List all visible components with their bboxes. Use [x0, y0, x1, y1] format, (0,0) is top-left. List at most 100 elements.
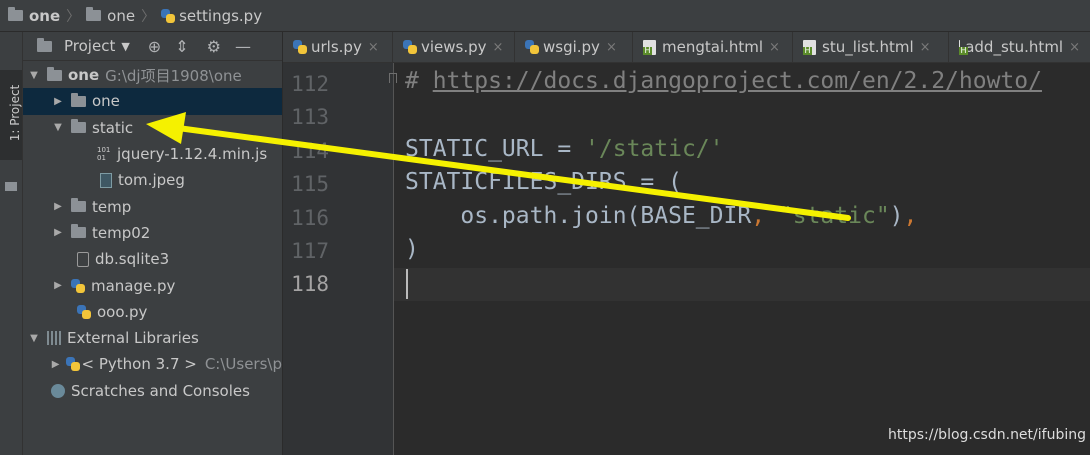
close-icon[interactable]: ×	[368, 40, 379, 55]
tree-item-python-sdk[interactable]: ▶ < Python 3.7 > C:\Users\p	[23, 351, 282, 377]
code-comma: ,	[903, 203, 918, 229]
tree-item-scratches[interactable]: Scratches and Consoles	[23, 378, 282, 404]
locate-file-icon[interactable]: ⊕	[148, 37, 161, 56]
tab-label: add_stu.html	[965, 38, 1064, 56]
python-file-icon	[293, 40, 307, 54]
chevron-down-icon[interactable]: ▼	[27, 70, 41, 81]
tab-stu-list-html[interactable]: stu_list.html ×	[793, 32, 949, 62]
tree-item-temp02[interactable]: ▶ temp02	[23, 220, 282, 246]
python-file-icon	[161, 8, 176, 23]
breadcrumb-package[interactable]: one	[107, 7, 135, 25]
folder-icon	[86, 7, 102, 21]
tree-item-label: db.sqlite3	[95, 250, 170, 269]
line-number: 113	[291, 105, 329, 129]
chevron-right-icon[interactable]: ▶	[51, 201, 65, 212]
chevron-down-icon[interactable]: ▼	[27, 333, 41, 344]
tree-item-ooo[interactable]: ooo.py	[23, 299, 282, 325]
tool-window-strip: 1: Project	[0, 32, 23, 455]
code-paren: )	[889, 203, 904, 229]
breadcrumb-project[interactable]: one	[29, 7, 60, 25]
project-tool-tab-label: 1: Project	[8, 84, 22, 142]
code-url-text: https://docs.djangoproject.com/en/2.2/ho…	[432, 68, 1042, 94]
project-panel: Project ▼ ⊕ ⇕ ⚙ — ▼ one G:\dj项目1908\one …	[23, 32, 282, 455]
fold-marker-icon[interactable]	[389, 73, 397, 83]
breadcrumb: one 〉 one 〉 settings.py	[0, 6, 262, 26]
gear-icon[interactable]: ⚙	[207, 37, 221, 56]
code-text: )	[405, 236, 419, 262]
tab-mengtai-html[interactable]: mengtai.html ×	[633, 32, 793, 62]
folder-icon	[71, 198, 86, 213]
minimize-icon[interactable]: —	[235, 37, 251, 56]
tree-item-root[interactable]: ▼ one G:\dj项目1908\one	[23, 62, 282, 88]
chevron-down-icon[interactable]: ▼	[51, 122, 65, 133]
tree-item-db[interactable]: db.sqlite3	[23, 246, 282, 272]
chevron-right-icon[interactable]: ▶	[51, 280, 65, 291]
code-comment-url[interactable]: https://docs.djangoproject.com/en/2.2/ho…	[433, 68, 1042, 94]
folder-icon	[71, 92, 86, 107]
tab-urls-py[interactable]: urls.py ×	[283, 32, 393, 62]
tree-item-jquery[interactable]: 101 01 jquery-1.12.4.min.js	[23, 141, 282, 167]
tree-item-manage[interactable]: ▶ manage.py	[23, 272, 282, 298]
chevron-right-icon[interactable]: ▶	[51, 359, 60, 370]
chevron-down-icon[interactable]: ▼	[121, 40, 129, 53]
code-line-116[interactable]: os.path.join(BASE_DIR, "static"),	[405, 203, 917, 229]
editor-tabs: urls.py × views.py × wsgi.py × mengtai.h…	[283, 32, 1090, 63]
python-file-icon	[525, 40, 539, 54]
close-icon[interactable]: ×	[1069, 40, 1080, 55]
js-file-icon: 101 01	[97, 145, 111, 162]
tree-item-label: External Libraries	[67, 329, 199, 348]
code-text: os.path.join(BASE_DIR	[405, 203, 752, 229]
python-file-icon	[71, 278, 85, 293]
tree-item-label: static	[92, 118, 134, 137]
breadcrumb-separator: 〉	[66, 8, 81, 25]
tree-item-label: manage.py	[91, 276, 176, 295]
folder-icon	[47, 66, 62, 81]
close-icon[interactable]: ×	[769, 40, 780, 55]
tree-item-tom[interactable]: tom.jpeg	[23, 167, 282, 193]
tree-item-path: C:\Users\p	[204, 355, 282, 374]
breadcrumb-file[interactable]: settings.py	[179, 7, 262, 25]
tree-item-label: Scratches and Consoles	[71, 381, 250, 400]
project-view-selector[interactable]: Project	[64, 37, 115, 55]
tab-label: urls.py	[311, 38, 362, 56]
chevron-right-icon[interactable]: ▶	[51, 96, 65, 107]
tab-label: mengtai.html	[662, 38, 764, 56]
tab-views-py[interactable]: views.py ×	[393, 32, 515, 62]
editor-gutter: 112 113 114 115 116 117 118	[283, 63, 394, 455]
line-number: 117	[291, 239, 329, 263]
python-file-icon	[403, 40, 417, 54]
code-line-114[interactable]: STATIC_URL = '/static/'	[405, 136, 724, 162]
code-line-117[interactable]: )	[405, 236, 419, 262]
code-operator: =	[543, 136, 586, 162]
chevron-right-icon[interactable]: ▶	[51, 227, 65, 238]
tree-item-temp[interactable]: ▶ temp	[23, 193, 282, 219]
tab-add-stu-html[interactable]: add_stu.html ×	[949, 32, 1090, 62]
tab-wsgi-py[interactable]: wsgi.py ×	[515, 32, 633, 62]
code-string: "static"	[778, 203, 890, 229]
collapse-all-icon[interactable]: ⇕	[175, 37, 188, 56]
folder-icon	[8, 7, 23, 21]
line-number: 115	[291, 172, 329, 196]
code-comma: ,	[751, 203, 779, 229]
code-identifier: STATIC_URL	[405, 136, 544, 162]
html-file-icon	[643, 39, 656, 55]
watermark: https://blog.csdn.net/ifubing	[888, 427, 1086, 443]
libraries-icon	[47, 331, 61, 346]
tree-item-external-libraries[interactable]: ▼ External Libraries	[23, 325, 282, 351]
project-tool-tab[interactable]: 1: Project	[0, 70, 22, 191]
close-icon[interactable]: ×	[920, 40, 931, 55]
navigation-bar: one 〉 one 〉 settings.py	[0, 0, 1090, 32]
folder-icon	[71, 119, 86, 134]
close-icon[interactable]: ×	[606, 40, 617, 55]
code-line-112[interactable]: # https://docs.djangoproject.com/en/2.2/…	[405, 68, 1042, 94]
tree-item-label: jquery-1.12.4.min.js	[117, 145, 268, 164]
tree-item-one[interactable]: ▶ one	[23, 88, 282, 115]
code-line-115[interactable]: STATICFILES_DIRS = (	[405, 169, 682, 195]
python-sdk-icon	[66, 357, 81, 372]
line-number: 112	[291, 72, 329, 96]
code-comment-hash: #	[405, 68, 433, 94]
tree-item-static[interactable]: ▼ static	[23, 115, 282, 141]
close-icon[interactable]: ×	[493, 40, 504, 55]
line-number: 114	[291, 139, 329, 163]
tree-item-label: temp02	[92, 223, 151, 242]
